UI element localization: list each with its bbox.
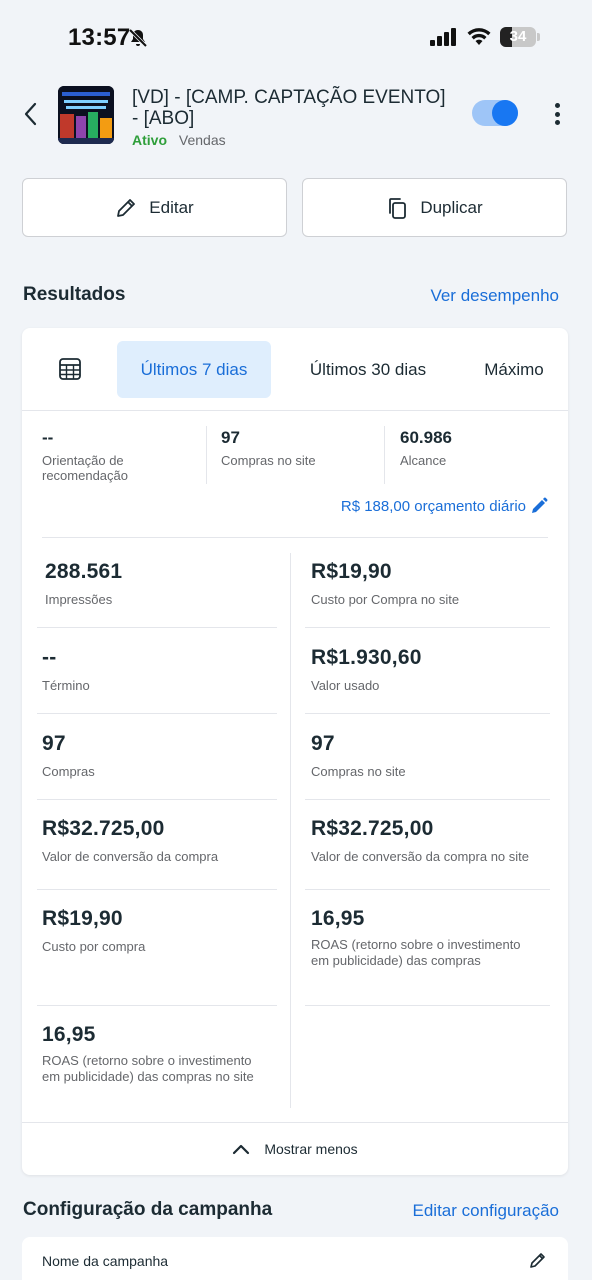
toggle-knob (492, 100, 518, 126)
metric-value: -- (42, 646, 57, 669)
pencil-icon (117, 198, 136, 217)
metric-value: R$32.725,00 (311, 817, 434, 840)
metric-purchases: 97 Compras (42, 732, 95, 780)
campaign-name-label: Nome da campanha (42, 1253, 169, 1269)
edit-button-label: Editar (149, 197, 194, 217)
edit-pencil-icon (532, 497, 548, 513)
summary-value: -- (42, 428, 54, 447)
metric-site-purchases: 97 Compras no site (311, 732, 406, 780)
metric-label: Término (42, 678, 90, 693)
metric-label: Compras (42, 764, 95, 779)
duplicate-icon (389, 197, 407, 219)
date-range-tabs: Últimos 7 dias Últimos 30 dias Máximo (22, 328, 568, 411)
metric-value: 97 (311, 732, 335, 755)
metric-label: Valor usado (311, 678, 380, 693)
metric-label: Impressões (45, 592, 113, 607)
chevron-up-icon (233, 1144, 250, 1155)
status-bar: 13:57 34 (0, 0, 592, 74)
metric-label: ROAS (retorno sobre o investimento em pu… (42, 1053, 254, 1084)
duplicate-button-label: Duplicar (420, 197, 483, 217)
more-vertical-icon (554, 103, 560, 108)
metric-value: R$32.725,00 (42, 817, 165, 840)
metric-label: Valor de conversão da compra (42, 849, 219, 864)
daily-budget-text: R$ 188,00 orçamento diário (340, 497, 526, 515)
battery-level: 34 (509, 28, 527, 45)
metric-end: -- Término (42, 646, 90, 694)
metric-label: Custo por compra (42, 939, 146, 954)
metric-roas-site: 16,95 ROAS (retorno sobre o investimento… (42, 1023, 262, 1085)
metric-label: Custo por Compra no site (311, 592, 460, 607)
metric-value: R$19,90 (42, 907, 123, 930)
wifi-icon (467, 28, 491, 45)
bell-off-icon (128, 28, 148, 48)
battery-icon: 34 (500, 27, 540, 47)
metric-amount-spent: R$1.930,60 Valor usado (311, 646, 422, 694)
metric-cost-per-site-purchase: R$19,90 Custo por Compra no site (311, 560, 459, 608)
summary-reach: 60.986 Alcance (400, 428, 550, 468)
show-less-label: Mostrar menos (264, 1141, 358, 1157)
metric-cost-per-purchase: R$19,90 Custo por compra (42, 907, 145, 955)
metric-site-purchase-conversion-value: R$32.725,00 Valor de conversão da compra… (311, 817, 529, 865)
metric-value: 16,95 (42, 1023, 96, 1046)
edit-config-link[interactable]: Editar configuração (413, 1201, 559, 1221)
chevron-left-icon (24, 102, 37, 126)
metric-value: 97 (42, 732, 66, 755)
campaign-title: [VD] - [CAMP. CAPTAÇÃO EVENTO] - [ABO] (132, 87, 446, 129)
metric-label: Valor de conversão da compra no site (311, 849, 529, 864)
cellular-signal-icon (430, 28, 456, 46)
campaign-status-row: Ativo Vendas (132, 132, 226, 148)
summary-value: 60.986 (400, 428, 452, 447)
summary-recommendation: -- Orientação de recomendação (42, 428, 192, 483)
tab-last-7-days[interactable]: Últimos 7 dias (117, 341, 271, 398)
show-less-button[interactable]: Mostrar menos (22, 1122, 568, 1175)
metric-roas-purchases: 16,95 ROAS (retorno sobre o investimento… (311, 907, 541, 969)
metric-label: ROAS (retorno sobre o investimento em pu… (311, 937, 521, 968)
summary-label: Compras no site (221, 453, 316, 468)
summary-label: Orientação de recomendação (42, 453, 128, 483)
calendar-table-icon[interactable] (58, 357, 82, 381)
summary-value: 97 (221, 428, 240, 447)
metric-impressions: 288.561 Impressões (45, 560, 122, 608)
summary-label: Alcance (400, 453, 447, 468)
campaign-active-toggle[interactable] (472, 100, 518, 126)
back-button[interactable] (18, 100, 42, 128)
campaign-thumbnail (58, 86, 114, 144)
more-options-button[interactable] (548, 100, 566, 128)
campaign-objective: Vendas (178, 132, 226, 148)
config-title: Configuração da campanha (23, 1199, 273, 1220)
results-card: Últimos 7 dias Últimos 30 dias Máximo --… (22, 328, 568, 1175)
pencil-icon[interactable] (528, 1250, 548, 1270)
daily-budget-link[interactable]: R$ 188,00 orçamento diário (341, 497, 548, 515)
tab-last-30-days[interactable]: Últimos 30 dias (292, 341, 444, 398)
metric-value: R$19,90 (311, 560, 392, 583)
results-title: Resultados (23, 284, 126, 305)
campaign-name-card[interactable]: Nome da campanha (22, 1237, 568, 1280)
summary-site-purchases: 97 Compras no site (221, 428, 371, 468)
view-performance-link[interactable]: Ver desempenho (430, 286, 559, 306)
metric-value: 16,95 (311, 907, 365, 930)
tab-maximum[interactable]: Máximo (470, 341, 558, 398)
metric-value: 288.561 (45, 560, 123, 583)
status-time: 13:57 (68, 24, 131, 51)
metric-value: R$1.930,60 (311, 646, 422, 669)
metric-purchase-conversion-value: R$32.725,00 Valor de conversão da compra (42, 817, 218, 865)
status-active-label: Ativo (132, 132, 167, 148)
edit-button[interactable]: Editar (22, 178, 287, 237)
duplicate-button[interactable]: Duplicar (302, 178, 567, 237)
metric-label: Compras no site (311, 764, 406, 779)
